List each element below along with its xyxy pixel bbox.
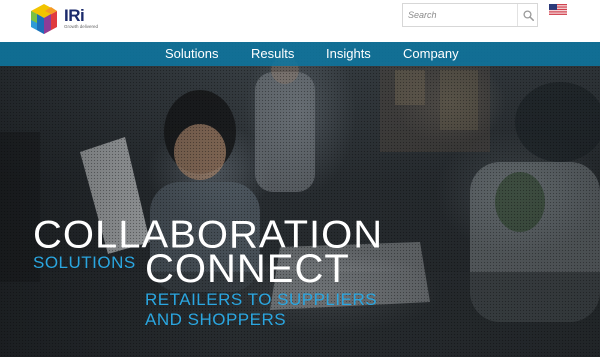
iri-logo[interactable]: IRi Growth delivered [29, 3, 111, 37]
search-input[interactable] [403, 4, 516, 26]
hero-tag: SOLUTIONS [33, 253, 136, 272]
main-nav: Solutions Results Insights Company [0, 42, 600, 66]
nav-item-insights[interactable]: Insights [326, 46, 371, 62]
hero-subtitle-line2: AND SHOPPERS [145, 310, 287, 329]
us-flag-icon[interactable] [549, 4, 567, 15]
site-header: IRi Growth delivered [0, 0, 600, 42]
hero-banner: COLLABORATION SOLUTIONS CONNECT RETAILER… [0, 42, 600, 357]
hero-subtitle-line1: RETAILERS TO SUPPLIERS [145, 290, 378, 309]
logo-text: IRi Growth delivered [64, 7, 98, 30]
search-button[interactable] [517, 4, 538, 26]
nav-item-results[interactable]: Results [251, 46, 294, 62]
hero-headline-line2: CONNECT [145, 247, 350, 291]
cube-logo-icon [31, 4, 57, 34]
nav-item-solutions[interactable]: Solutions [165, 46, 218, 62]
search-icon [522, 9, 534, 21]
brand-name: IRi [64, 6, 85, 25]
nav-item-company[interactable]: Company [403, 46, 459, 62]
brand-tagline: Growth delivered [64, 24, 99, 29]
search-box [402, 3, 538, 27]
